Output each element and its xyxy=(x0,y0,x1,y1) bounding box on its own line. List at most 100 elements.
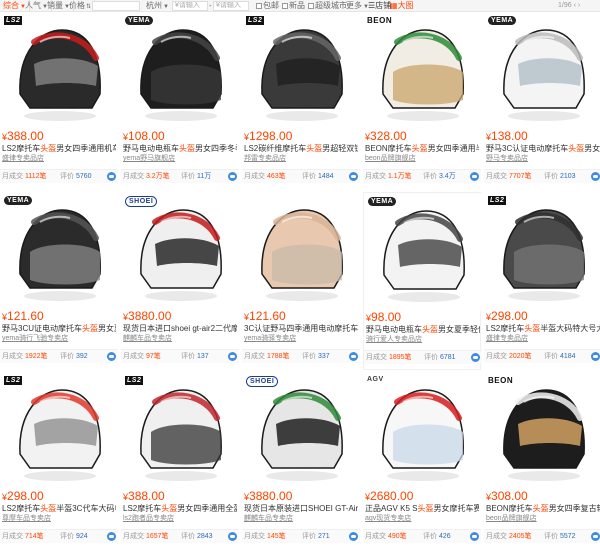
more-filters[interactable]: 更多▼ xyxy=(346,0,369,11)
review-count[interactable]: 评价 11万 xyxy=(181,170,211,183)
super-city-check[interactable]: 超级城市 xyxy=(308,0,347,11)
review-count[interactable]: 评价 426 xyxy=(423,530,451,543)
shop-link[interactable]: 骑行爱人专卖品店 xyxy=(366,335,466,344)
product-card[interactable]: YEMA ¥121.60野马3CU证电动摩托车头盔男女夏季yema骑行飞驰专卖店月… xyxy=(0,192,118,370)
shop-link[interactable]: 野马专卖品店 xyxy=(486,154,586,163)
review-count[interactable]: 评价 337 xyxy=(302,350,330,363)
product-card[interactable]: YEMA ¥98.00野马电动电瓶车头盔男女夏季轻便式双骑行爱人专卖品店月成交 1… xyxy=(363,192,482,370)
chat-icon[interactable] xyxy=(471,353,480,362)
product-card[interactable]: BEON ¥308.00BEON摩托车头盔男女四季复古轻便beon品牌旗舰店月成交… xyxy=(484,372,600,548)
product-card[interactable]: LS2 ¥298.00LS2摩托车头盔半盔3C代车大码电动车尊摩车品专卖店月成交 … xyxy=(0,372,118,548)
chat-icon[interactable] xyxy=(107,352,116,361)
product-card[interactable]: LS2 ¥388.00LS2摩托车头盔男女四季通用机车防霧盛律专卖品店月成交 11… xyxy=(0,12,118,190)
chat-icon[interactable] xyxy=(228,172,237,181)
chat-icon[interactable] xyxy=(349,172,358,181)
chat-icon[interactable] xyxy=(349,352,358,361)
shop-link[interactable]: beon品牌旗舰店 xyxy=(486,514,586,523)
review-count[interactable]: 评价 2103 xyxy=(544,170,576,183)
product-card[interactable]: LS2 ¥298.00 LS2摩托车头盔半盔大码特大号大 盛律专卖品店 月成交 2020… xyxy=(484,192,600,370)
location-select[interactable]: 杭州▼ xyxy=(146,0,169,11)
chat-icon[interactable] xyxy=(107,532,116,541)
review-count[interactable]: 评价 137 xyxy=(181,350,209,363)
shop-link[interactable]: 邦雷专卖品店 xyxy=(244,154,344,163)
product-title[interactable]: LS2摩托车头盔半盔大码特大号大 xyxy=(486,324,600,334)
review-count[interactable]: 评价 924 xyxy=(60,530,88,543)
product-card[interactable]: YEMA ¥138.00野马3C认证电动摩托车头盔男女夏季野马专卖品店月成交 77… xyxy=(484,12,600,190)
product-title[interactable]: LS2摩托车头盔男女四季通用机车防霧 xyxy=(2,144,116,154)
shop-link[interactable]: 麒麟车品专卖店 xyxy=(123,334,223,343)
review-count[interactable]: 评价 5572 xyxy=(544,530,576,543)
review-count[interactable]: 评价 4184 xyxy=(544,350,576,363)
product-image[interactable]: LS2 xyxy=(121,372,239,490)
chat-icon[interactable] xyxy=(591,532,600,541)
product-image[interactable]: YEMA xyxy=(364,193,482,311)
shop-link[interactable]: yema野马旗舰店 xyxy=(123,154,223,163)
product-card[interactable]: LS2 ¥1298.00LS2碳纤维摩托车头盔男超轻双镜片气旗邦雷专卖品店月成交 … xyxy=(242,12,360,190)
chat-icon[interactable] xyxy=(591,172,600,181)
chat-icon[interactable] xyxy=(470,532,479,541)
shop-link[interactable]: agv现货专卖店 xyxy=(365,514,465,523)
chat-icon[interactable] xyxy=(107,172,116,181)
product-card[interactable]: SHOEI ¥3880.00现货日本进口shoei gt-air2二代摩托车麒麟车… xyxy=(121,192,239,370)
review-count[interactable]: 评价 6781 xyxy=(424,351,456,364)
shop-link[interactable]: 盛律专卖品店 xyxy=(486,334,586,343)
product-image[interactable]: BEON xyxy=(363,12,481,130)
product-card[interactable]: LS2 ¥388.00 LS2摩托车头盔男女四季通用全盔 ls2跑者品专卖店 月成交 1… xyxy=(121,372,239,548)
shop-link[interactable]: 盛律专卖品店 xyxy=(2,154,102,163)
product-title[interactable]: 野马电动电瓶车头盔男女夏季轻便式双 xyxy=(366,325,480,335)
product-card[interactable]: BEON ¥328.00BEON摩托车头盔男女四季通用半盔电动车beon品牌旗舰店… xyxy=(363,12,481,190)
product-card[interactable]: ¥121.603C认证野马四季通用电动摩托车头盔yema骑驿专卖店月成交 178… xyxy=(242,192,360,370)
product-title[interactable]: 现货日本进口shoei gt-air2二代摩托车 xyxy=(123,324,237,334)
product-title[interactable]: 3C认证野马四季通用电动摩托车头盔 xyxy=(244,324,358,334)
product-image[interactable] xyxy=(242,192,360,310)
view-large[interactable]: ▦大图 xyxy=(390,0,414,11)
product-title[interactable]: BEON摩托车头盔男女四季复古轻便 xyxy=(486,504,600,514)
shop-link[interactable]: ls2跑者品专卖店 xyxy=(123,514,223,523)
review-count[interactable]: 评价 3.4万 xyxy=(423,170,456,183)
product-title[interactable]: 正品AGV K5 S头盔男女摩托车赛车全 xyxy=(365,504,479,514)
shop-link[interactable]: 尊摩车品专卖店 xyxy=(2,514,102,523)
chat-icon[interactable] xyxy=(470,172,479,181)
product-image[interactable]: BEON xyxy=(484,372,600,490)
shop-link[interactable]: beon品牌旗舰店 xyxy=(365,154,465,163)
chat-icon[interactable] xyxy=(228,352,237,361)
review-count[interactable]: 评价 5760 xyxy=(60,170,92,183)
free-shipping-check[interactable]: 包邮 xyxy=(256,0,279,11)
chat-icon[interactable] xyxy=(349,532,358,541)
product-title[interactable]: LS2摩托车头盔男女四季通用全盔 xyxy=(123,504,237,514)
review-count[interactable]: 评价 392 xyxy=(60,350,88,363)
review-count[interactable]: 评价 2843 xyxy=(181,530,213,543)
product-image[interactable]: YEMA xyxy=(121,12,239,130)
chat-icon[interactable] xyxy=(591,352,600,361)
product-image[interactable]: LS2 xyxy=(484,192,600,310)
sort-price[interactable]: 价格⇅ xyxy=(66,0,96,11)
view-shop[interactable]: ☰店铺 xyxy=(368,0,391,11)
product-title[interactable]: 野马3CU证电动摩托车头盔男女夏季 xyxy=(2,324,116,334)
product-title[interactable]: LS2摩托车头盔半盔3C代车大码电动车 xyxy=(2,504,116,514)
product-title[interactable]: 野马3C认证电动摩托车头盔男女夏季 xyxy=(486,144,600,154)
shop-link[interactable]: 麒麟车品专卖店 xyxy=(244,514,344,523)
product-image[interactable]: YEMA xyxy=(0,192,118,310)
product-image[interactable]: LS2 xyxy=(0,372,118,490)
product-title[interactable]: 现货日本原装进口SHOEI GT-Air2 INE xyxy=(244,504,358,514)
review-count[interactable]: 评价 271 xyxy=(302,530,330,543)
product-image[interactable]: YEMA xyxy=(484,12,600,130)
shop-link[interactable]: yema骑驿专卖店 xyxy=(244,334,344,343)
shop-link[interactable]: yema骑行飞驰专卖店 xyxy=(2,334,102,343)
product-card[interactable]: SHOEI ¥3880.00现货日本原装进口SHOEI GT-Air2 INE麒麟… xyxy=(242,372,360,548)
product-image[interactable]: LS2 xyxy=(0,12,118,130)
price-max-input[interactable]: ¥请输入 xyxy=(213,1,249,11)
quick-filter-input[interactable] xyxy=(92,1,140,11)
product-image[interactable]: AGV xyxy=(363,372,481,490)
product-card[interactable]: AGV ¥2680.00正品AGV K5 S头盔男女摩托车赛车全agv现货专卖店月… xyxy=(363,372,481,548)
product-title[interactable]: 野马电动电瓶车头盔男女四季冬季轻便式半 xyxy=(123,144,237,154)
new-items-check[interactable]: 新品 xyxy=(282,0,305,11)
review-count[interactable]: 评价 1484 xyxy=(302,170,334,183)
product-card[interactable]: YEMA ¥108.00野马电动电瓶车头盔男女四季冬季轻便式半yema野马旗舰店月… xyxy=(121,12,239,190)
chat-icon[interactable] xyxy=(228,532,237,541)
price-min-input[interactable]: ¥请输入 xyxy=(172,1,208,11)
product-image[interactable]: LS2 xyxy=(242,12,360,130)
product-title[interactable]: BEON摩托车头盔男女四季通用半盔电动车 xyxy=(365,144,479,154)
product-title[interactable]: LS2碳纤维摩托车头盔男超轻双镜片气旗 xyxy=(244,144,358,154)
next-page-icon[interactable]: › xyxy=(576,2,580,9)
